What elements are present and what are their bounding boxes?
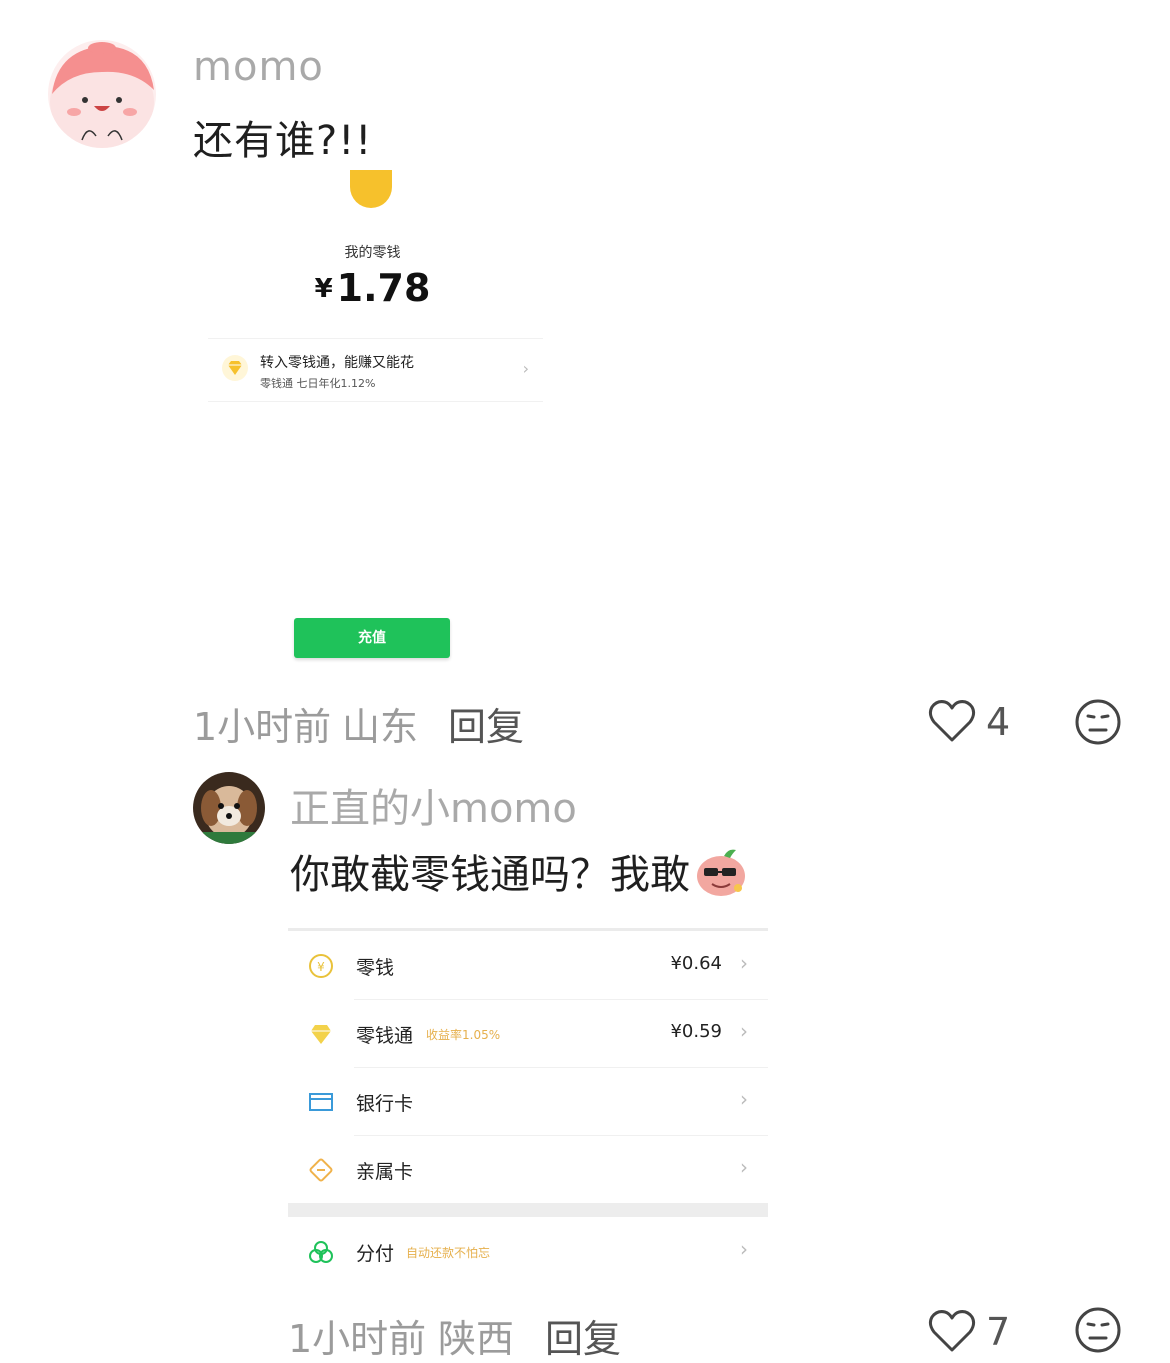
row-label: 零钱 xyxy=(356,957,395,979)
row-label: 亲属卡 xyxy=(356,1161,414,1183)
comment-text: 你敢截零钱通吗？我敢 xyxy=(290,842,748,900)
chevron-right-icon: › xyxy=(522,359,529,378)
comment-text-content: 你敢截零钱通吗？我敢 xyxy=(290,852,690,898)
promo-title: 转入零钱通，能赚又能花 xyxy=(260,355,414,371)
amount-value: 1.78 xyxy=(336,266,431,310)
promo-subtitle: 零钱通 七日年化1.12% xyxy=(260,377,376,390)
chevron-right-icon: › xyxy=(740,1155,748,1179)
row-value: ¥0.64 xyxy=(670,953,722,974)
svg-text:¥: ¥ xyxy=(317,960,325,974)
currency-symbol: ¥ xyxy=(314,274,333,304)
list-item: 亲属卡 › xyxy=(288,1135,768,1203)
chevron-right-icon: › xyxy=(740,1019,748,1043)
list-item: 零钱通 收益率1.05% ¥0.59 › xyxy=(288,999,768,1067)
wallet-label: 我的零钱 xyxy=(344,245,401,261)
chevron-right-icon: › xyxy=(740,1087,748,1111)
row-label: 银行卡 xyxy=(356,1093,414,1115)
like-count: 4 xyxy=(986,700,1011,744)
promo-row: 转入零钱通，能赚又能花 零钱通 七日年化1.12% › xyxy=(208,338,543,402)
wallet-amount: ¥1.78 xyxy=(200,266,545,310)
like-count: 7 xyxy=(986,1310,1011,1354)
dog-avatar-icon xyxy=(193,772,265,844)
heart-icon[interactable] xyxy=(928,1308,976,1354)
bank-card-icon xyxy=(309,1093,333,1111)
family-card-icon xyxy=(309,1158,333,1182)
pink-character-avatar-icon xyxy=(48,40,156,148)
chevron-right-icon: › xyxy=(740,951,748,975)
list-item: ¥ 零钱 ¥0.64 › xyxy=(288,931,768,999)
dislike-face-icon[interactable] xyxy=(1074,698,1122,746)
heart-icon[interactable] xyxy=(928,698,976,744)
comment-image-wallet-list[interactable]: ¥ 零钱 ¥0.64 › 零钱通 收益率1.05% ¥0.59 › 银行卡 › … xyxy=(288,928,768,1289)
row-label: 分付 xyxy=(356,1243,395,1265)
cool-sunglasses-emoji-icon xyxy=(697,849,745,896)
list-item: 分付 自动还款不怕忘 › xyxy=(288,1217,768,1285)
diamond-icon xyxy=(222,355,248,381)
coin-icon xyxy=(350,170,392,208)
chevron-right-icon: › xyxy=(740,1237,748,1261)
comment-text: 还有谁?!! xyxy=(193,118,373,164)
comment-time: 1小时前 xyxy=(193,705,332,749)
yield-tag: 收益率1.05% xyxy=(426,1028,501,1042)
avatar[interactable] xyxy=(193,772,265,844)
diamond-icon xyxy=(311,1025,331,1044)
comment-location: 山东 xyxy=(342,705,419,749)
comment-image-wallet[interactable]: 我的零钱 ¥1.78 转入零钱通，能赚又能花 零钱通 七日年化1.12% › 充… xyxy=(200,170,560,680)
list-item: 银行卡 › xyxy=(288,1067,768,1135)
row-label: 零钱通 xyxy=(356,1025,414,1047)
promo-tag: 自动还款不怕忘 xyxy=(406,1246,491,1260)
yuan-coin-icon: ¥ xyxy=(309,954,333,978)
username[interactable]: momo xyxy=(193,44,324,90)
username[interactable]: 正直的小momo xyxy=(290,776,577,834)
avatar[interactable] xyxy=(48,40,156,148)
row-value: ¥0.59 xyxy=(670,1021,722,1042)
fenfu-icon xyxy=(309,1241,333,1263)
reply-button[interactable]: 回复 xyxy=(448,696,524,751)
recharge-button: 充值 xyxy=(294,618,450,658)
section-divider xyxy=(288,1203,768,1217)
dislike-face-icon[interactable] xyxy=(1074,1306,1122,1354)
